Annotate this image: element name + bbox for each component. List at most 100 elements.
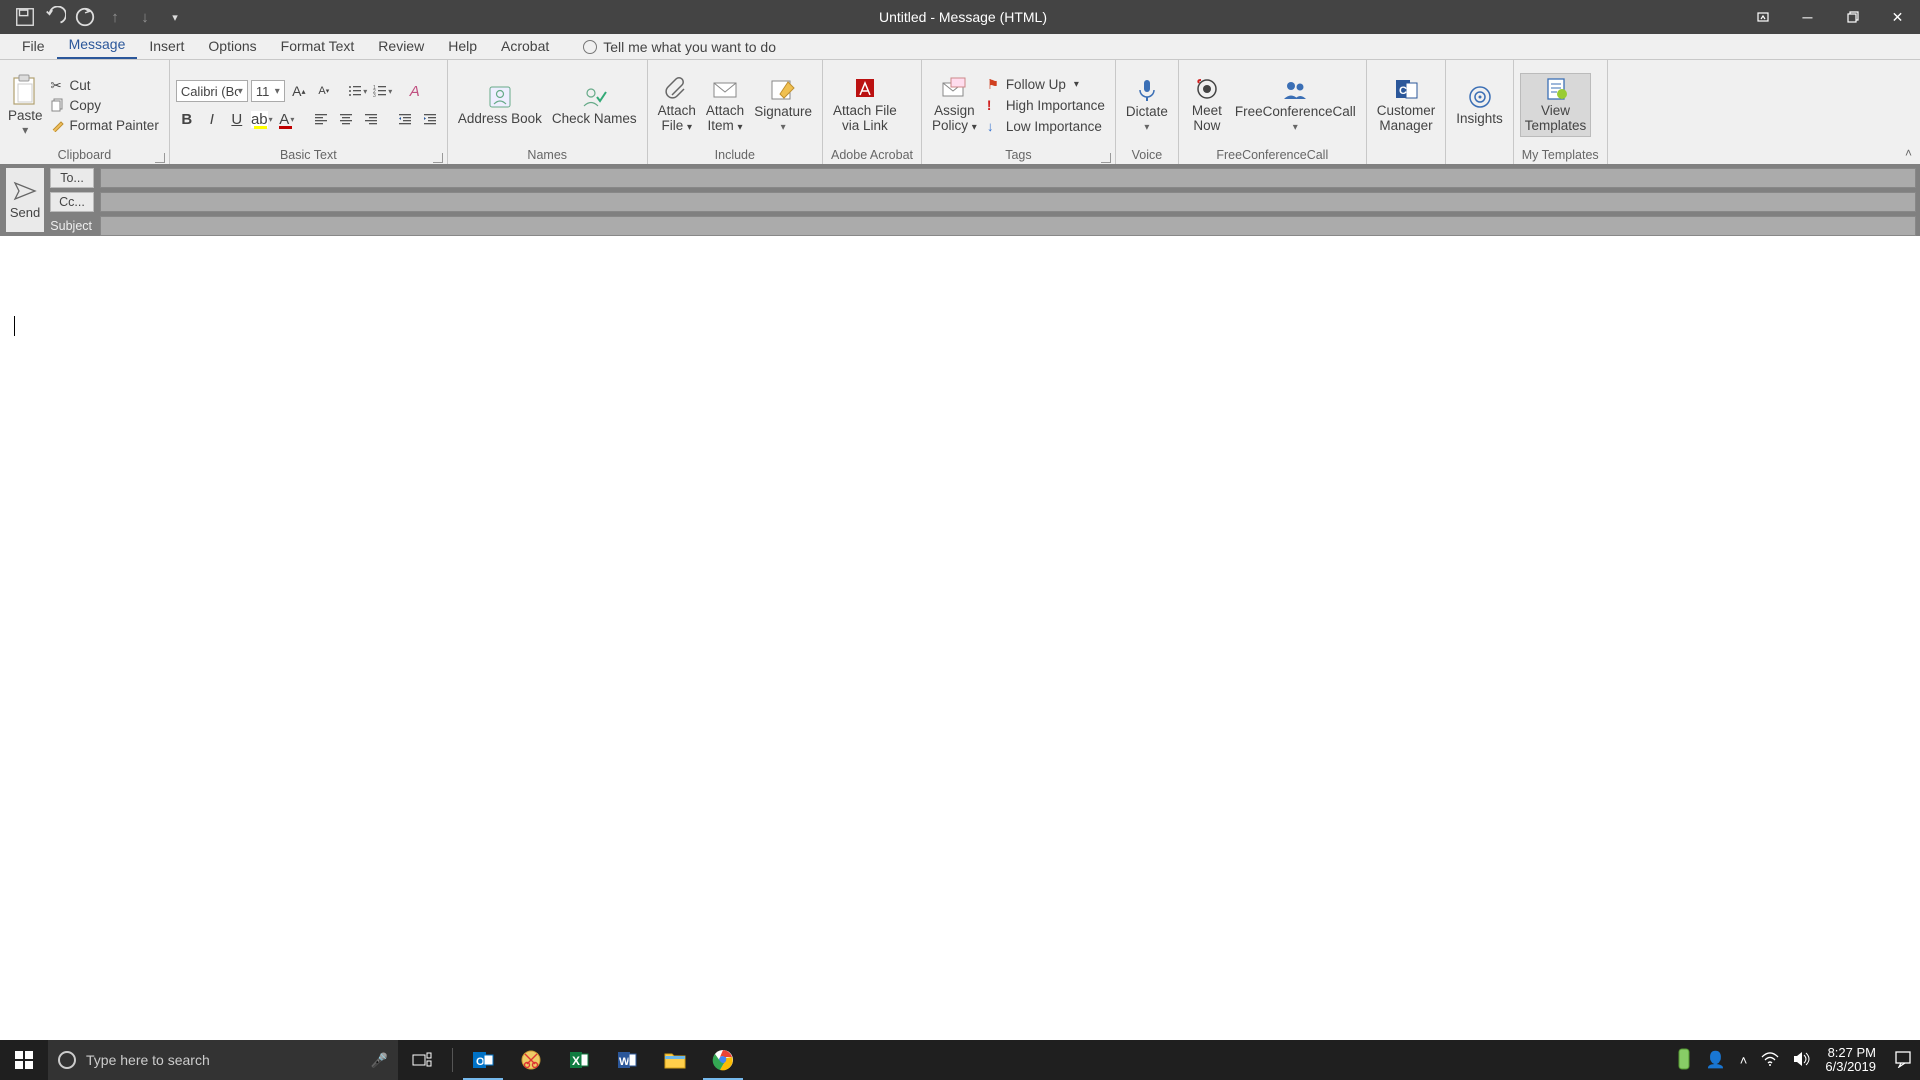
chevron-down-icon[interactable]: ▾: [1293, 122, 1298, 133]
to-field[interactable]: [100, 168, 1916, 188]
tab-insert[interactable]: Insert: [137, 34, 196, 59]
increase-indent-button[interactable]: [419, 108, 441, 130]
clipboard-icon: [10, 74, 40, 108]
high-importance-button[interactable]: !High Importance: [983, 96, 1109, 115]
tab-message[interactable]: Message: [57, 32, 138, 59]
highlight-button[interactable]: ab: [251, 108, 273, 130]
notifications-icon[interactable]: [1894, 1050, 1912, 1071]
align-right-button[interactable]: [360, 108, 382, 130]
underline-button[interactable]: U: [226, 108, 248, 130]
close-button[interactable]: ✕: [1875, 0, 1920, 34]
prev-item-icon[interactable]: ↑: [104, 6, 126, 28]
message-body[interactable]: [8, 260, 1912, 1040]
save-icon[interactable]: [14, 6, 36, 28]
view-templates-button[interactable]: View Templates: [1520, 73, 1592, 137]
address-book-button[interactable]: Address Book: [454, 82, 546, 129]
chevron-down-icon[interactable]: ▾: [275, 86, 280, 97]
copy-button[interactable]: Copy: [47, 96, 163, 115]
group-label: Voice: [1122, 146, 1172, 164]
tab-file[interactable]: File: [10, 34, 57, 59]
taskbar-app-word[interactable]: W: [603, 1040, 651, 1080]
attach-item-icon: [710, 76, 740, 102]
start-button[interactable]: [0, 1051, 48, 1069]
paste-button[interactable]: Paste ▾: [6, 72, 45, 139]
clear-formatting-button[interactable]: A: [404, 80, 426, 102]
customize-qat-icon[interactable]: ▾: [164, 6, 186, 28]
decrease-indent-button[interactable]: [394, 108, 416, 130]
check-names-button[interactable]: Check Names: [548, 82, 641, 129]
format-painter-button[interactable]: Format Painter: [47, 116, 163, 135]
dialog-launcher-icon[interactable]: [1101, 153, 1111, 163]
window-controls: ─ ✕: [1740, 0, 1920, 34]
group-names: Address Book Check Names Names: [448, 60, 648, 164]
bullets-button[interactable]: [347, 80, 369, 102]
assign-policy-button[interactable]: Assign Policy ▾: [928, 74, 981, 136]
font-size-combo[interactable]: 11▾: [251, 80, 285, 102]
minimize-button[interactable]: ─: [1785, 0, 1830, 34]
italic-button[interactable]: I: [201, 108, 223, 130]
attach-file-button[interactable]: Attach File ▾: [654, 74, 700, 136]
collapse-ribbon-icon[interactable]: ˄: [1905, 146, 1912, 160]
next-item-icon[interactable]: ↓: [134, 6, 156, 28]
ribbon-tabs: File Message Insert Options Format Text …: [0, 34, 1920, 60]
taskbar-app-excel[interactable]: X: [555, 1040, 603, 1080]
dialog-launcher-icon[interactable]: [155, 153, 165, 163]
meet-now-button[interactable]: Meet Now: [1185, 74, 1229, 136]
volume-icon[interactable]: [1793, 1051, 1811, 1070]
tab-format-text[interactable]: Format Text: [269, 34, 367, 59]
align-left-button[interactable]: [310, 108, 332, 130]
chevron-down-icon[interactable]: ▾: [238, 86, 243, 97]
tray-app-icon[interactable]: [1676, 1047, 1692, 1074]
tab-help[interactable]: Help: [436, 34, 489, 59]
font-name-combo[interactable]: Calibri (Boc▾: [176, 80, 248, 102]
send-icon: [13, 181, 37, 201]
group-label: [1373, 146, 1440, 164]
attach-item-button[interactable]: Attach Item ▾: [702, 74, 748, 136]
attach-file-via-link-button[interactable]: Attach File via Link: [829, 74, 901, 136]
subject-field[interactable]: [100, 216, 1916, 236]
signature-button[interactable]: Signature ▾: [750, 75, 816, 135]
ribbon-display-icon[interactable]: [1740, 0, 1785, 34]
people-icon: [1280, 77, 1310, 103]
taskbar-app-explorer[interactable]: [651, 1040, 699, 1080]
send-button[interactable]: Send: [6, 168, 44, 232]
svg-text:3: 3: [373, 93, 376, 98]
chevron-down-icon[interactable]: ▾: [22, 123, 28, 137]
people-icon[interactable]: 👤: [1706, 1050, 1726, 1070]
taskbar-app-chrome[interactable]: [699, 1040, 747, 1080]
align-center-button[interactable]: [335, 108, 357, 130]
follow-up-button[interactable]: ⚑Follow Up▾: [983, 75, 1109, 94]
tray-chevron-icon[interactable]: ˄: [1740, 1053, 1748, 1068]
taskbar-clock[interactable]: 8:27 PM 6/3/2019: [1825, 1046, 1880, 1075]
cut-button[interactable]: ✂Cut: [47, 76, 163, 95]
shrink-font-button[interactable]: A▾: [313, 80, 335, 102]
microphone-icon[interactable]: 🎤: [371, 1052, 388, 1069]
tab-options[interactable]: Options: [196, 34, 268, 59]
taskbar-app-snip[interactable]: [507, 1040, 555, 1080]
to-button[interactable]: To...: [50, 168, 94, 188]
undo-icon[interactable]: [44, 6, 66, 28]
bold-button[interactable]: B: [176, 108, 198, 130]
low-importance-button[interactable]: ↓Low Importance: [983, 117, 1109, 136]
taskbar-app-outlook[interactable]: O: [459, 1040, 507, 1080]
cc-field[interactable]: [100, 192, 1916, 212]
customer-manager-button[interactable]: C Customer Manager: [1373, 74, 1440, 136]
tab-acrobat[interactable]: Acrobat: [489, 34, 561, 59]
chevron-down-icon[interactable]: ▾: [781, 122, 786, 133]
freeconferencecall-button[interactable]: FreeConferenceCall ▾: [1231, 75, 1360, 135]
font-color-button[interactable]: A: [276, 108, 298, 130]
numbering-button[interactable]: 123: [372, 80, 394, 102]
tell-me-search[interactable]: Tell me what you want to do: [573, 35, 786, 59]
cc-button[interactable]: Cc...: [50, 192, 94, 212]
wifi-icon[interactable]: [1761, 1052, 1779, 1069]
grow-font-button[interactable]: A▴: [288, 80, 310, 102]
chevron-down-icon[interactable]: ▾: [1144, 122, 1149, 133]
tab-review[interactable]: Review: [366, 34, 436, 59]
maximize-button[interactable]: [1830, 0, 1875, 34]
dialog-launcher-icon[interactable]: [433, 153, 443, 163]
dictate-button[interactable]: Dictate ▾: [1122, 75, 1172, 135]
redo-icon[interactable]: [74, 6, 96, 28]
task-view-button[interactable]: [398, 1040, 446, 1080]
taskbar-search[interactable]: Type here to search 🎤: [48, 1040, 398, 1080]
insights-button[interactable]: Insights: [1452, 82, 1507, 129]
